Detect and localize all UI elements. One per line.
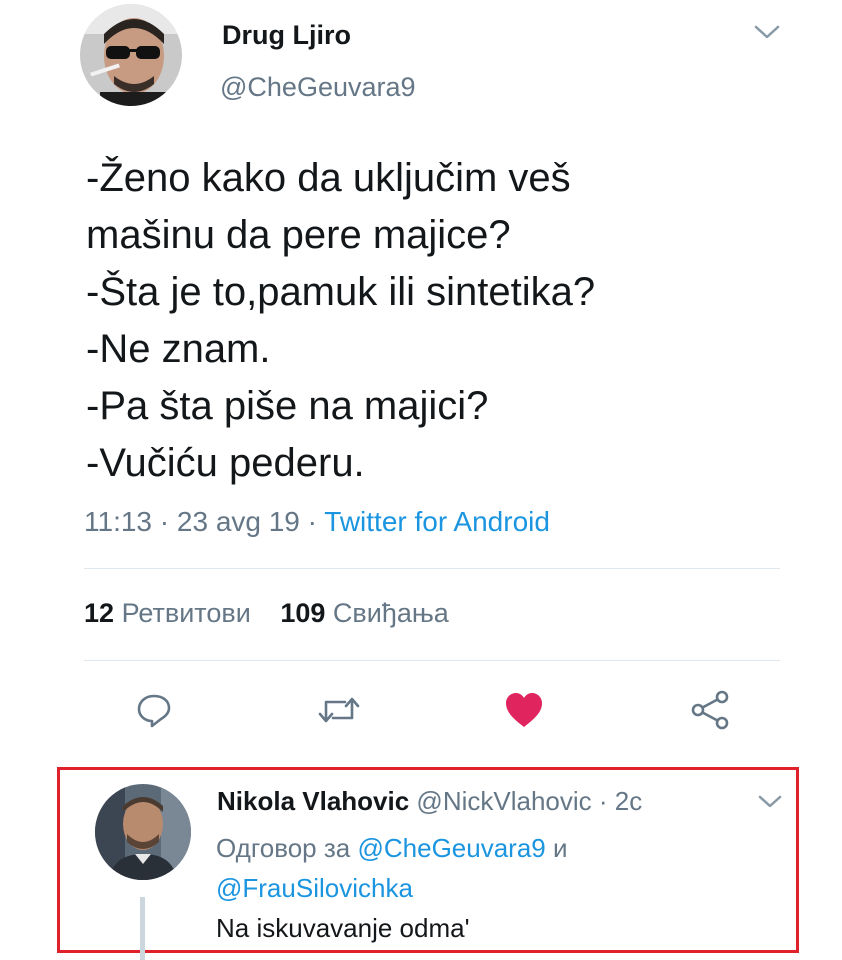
- mention-link[interactable]: @CheGeuvara9: [357, 833, 545, 863]
- meta-separator: ·: [159, 506, 170, 537]
- retweets-label: Ретвитови: [121, 598, 251, 628]
- tweet-metadata: 11:13 · 23 avg 19 · Twitter for Android: [84, 506, 550, 538]
- tweet-text-line: -Ne znam.: [86, 327, 271, 371]
- tweet-date[interactable]: 23 avg 19: [177, 506, 300, 537]
- reply-conjunction: и: [553, 833, 568, 863]
- tweet-text-line: -Ženo kako da uključim veš: [86, 156, 571, 200]
- retweets-count: 12: [84, 598, 115, 628]
- retweet-icon[interactable]: [315, 686, 363, 734]
- author-name[interactable]: Drug Ljiro: [222, 20, 351, 51]
- reply-header: Nikola Vlahovic @NickVlahovic · 2с: [217, 786, 642, 817]
- chevron-down-icon[interactable]: [752, 22, 782, 47]
- likes-label: Свиђања: [332, 598, 449, 628]
- share-icon[interactable]: [686, 686, 734, 734]
- heart-icon[interactable]: [500, 686, 548, 734]
- reply-text: Na iskuvavanje odma': [216, 913, 470, 943]
- tweet-text: -Ženo kako da uključim veš mašinu da per…: [86, 150, 786, 492]
- divider: [84, 568, 780, 569]
- tweet-text-line: -Vučiću pederu.: [86, 441, 365, 485]
- meta-separator: ·: [307, 506, 317, 537]
- reply-age[interactable]: 2с: [615, 786, 642, 816]
- reply-author-handle[interactable]: @NickVlahovic: [416, 786, 591, 816]
- tweet-time[interactable]: 11:13: [84, 506, 152, 537]
- tweet-text-line: -Šta je to,pamuk ili sintetika?: [86, 270, 596, 314]
- tweet-text-line: -Pa šta piše na majici?: [86, 384, 489, 428]
- tweet-text-line: mašinu da pere majice?: [86, 213, 511, 257]
- likes-stat[interactable]: 109 Свиђања: [280, 598, 449, 628]
- reply-bubble-icon[interactable]: [130, 686, 178, 734]
- replying-to: Одговор за @CheGeuvara9 и @FrauSilovichk…: [216, 828, 736, 908]
- reply-prefix: Одговор за: [216, 833, 351, 863]
- tweet-actions: [0, 686, 842, 736]
- retweets-stat[interactable]: 12 Ретвитови: [84, 598, 251, 628]
- tweet-stats: 12 Ретвитови 109 Свиђања: [84, 598, 471, 629]
- chevron-down-icon[interactable]: [756, 792, 784, 815]
- thread-line: [140, 897, 145, 960]
- likes-count: 109: [280, 598, 326, 628]
- author-avatar[interactable]: [80, 4, 182, 106]
- tweet-source[interactable]: Twitter for Android: [324, 506, 550, 537]
- reply-author-avatar[interactable]: [95, 784, 191, 880]
- divider: [84, 660, 780, 661]
- author-handle[interactable]: @CheGeuvara9: [220, 72, 416, 103]
- meta-separator: ·: [598, 786, 608, 816]
- reply-author-name[interactable]: Nikola Vlahovic: [217, 786, 409, 816]
- mention-link[interactable]: @FrauSilovichka: [216, 873, 413, 903]
